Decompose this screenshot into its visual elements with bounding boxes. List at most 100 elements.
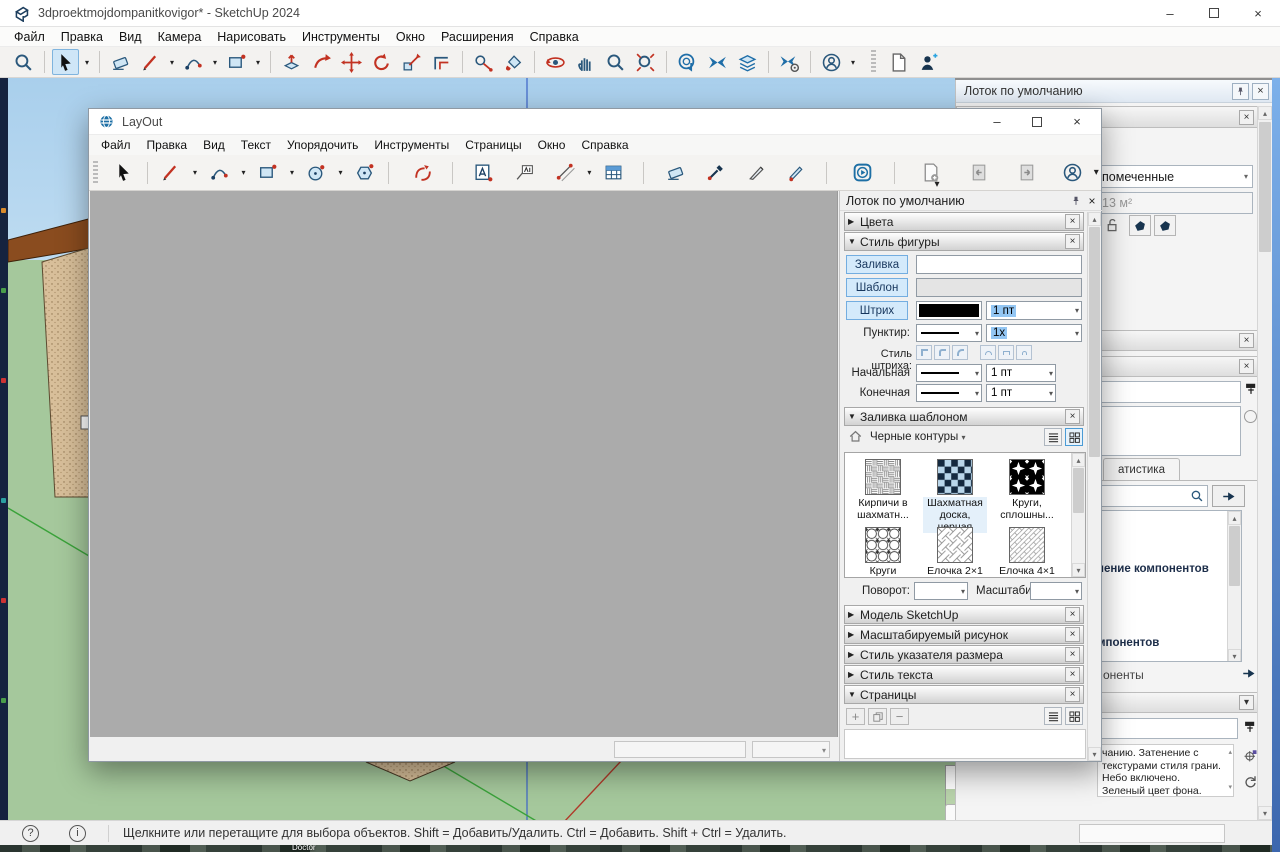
stroke-cap-style-3[interactable] xyxy=(1016,345,1032,360)
pattern-scale-combo[interactable]: ▾ xyxy=(1030,582,1082,600)
pattern-item[interactable]: Кирпичи в шахматн... xyxy=(851,459,915,521)
new-document-button[interactable] xyxy=(885,49,912,75)
lo-menu-text[interactable]: Текст xyxy=(233,136,279,154)
layout-tray-header[interactable]: Лоток по умолчанию × xyxy=(840,191,1102,211)
stroke-color-well[interactable] xyxy=(916,301,982,320)
pattern-item[interactable]: Елочка 2×1 xyxy=(923,527,987,577)
toolbar-grip[interactable] xyxy=(93,161,98,185)
lo-eraser-tool-button[interactable] xyxy=(662,160,689,186)
scroll-up-icon[interactable]: ▴ xyxy=(1072,453,1085,467)
follow-me-tool-button[interactable] xyxy=(308,49,335,75)
pattern-item[interactable]: Шахматная доска, черная xyxy=(923,459,987,533)
pan-tool-button[interactable] xyxy=(572,49,599,75)
tray-pin-button[interactable] xyxy=(1068,193,1084,209)
scrollbar-thumb[interactable] xyxy=(1073,468,1084,513)
eraser-tool-button[interactable] xyxy=(107,49,134,75)
fill-color-well[interactable] xyxy=(916,255,1082,274)
lo-menu-window[interactable]: Окно xyxy=(530,136,574,154)
section-close-icon[interactable]: × xyxy=(1065,214,1080,229)
scroll-up-icon[interactable]: ▴ xyxy=(1228,511,1241,525)
lo-style-tool-button[interactable] xyxy=(702,160,729,186)
lo-dimension-tool-button[interactable] xyxy=(552,160,579,186)
scrollbar-thumb[interactable] xyxy=(1259,122,1271,252)
menu-view[interactable]: Вид xyxy=(111,28,150,46)
toolbar-overflow-icon[interactable]: ▾ xyxy=(932,179,942,190)
dropdown-arrow-icon[interactable]: ▾ xyxy=(584,168,594,177)
minimize-button[interactable]: – xyxy=(1148,0,1192,26)
pattern-swatch-checkerboard[interactable] xyxy=(937,459,973,495)
lo-freehand-tool-button[interactable] xyxy=(409,160,436,186)
lo-text-tool-button[interactable] xyxy=(471,160,498,186)
tag-button-1[interactable] xyxy=(1129,215,1151,236)
duplicate-page-button[interactable] xyxy=(868,708,887,725)
pattern-list-view-button[interactable] xyxy=(1044,428,1062,446)
select-dropdown-arrow-icon[interactable]: ▾ xyxy=(82,58,92,67)
pick-style-button[interactable] xyxy=(1243,748,1258,763)
search-button[interactable] xyxy=(10,49,37,75)
lo-line-tool-button[interactable] xyxy=(158,160,185,186)
stroke-width-combo[interactable]: 1 пт ▾ xyxy=(986,301,1082,320)
line-tool-button[interactable] xyxy=(137,49,164,75)
paint-bucket-tool-button[interactable] xyxy=(500,49,527,75)
lo-next-page-button[interactable] xyxy=(1014,160,1041,186)
scroll-down-icon[interactable]: ▾ xyxy=(1228,782,1232,795)
scroll-down-icon[interactable]: ▾ xyxy=(1258,806,1272,820)
maximize-button[interactable] xyxy=(1192,0,1236,26)
dropdown-arrow-icon[interactable]: ▾ xyxy=(287,168,297,177)
lo-select-tool-button[interactable] xyxy=(110,160,137,186)
lo-split-tool-button[interactable] xyxy=(743,160,770,186)
lo-rectangle-tool-button[interactable] xyxy=(254,160,281,186)
tag-button-2[interactable] xyxy=(1154,215,1176,236)
components-breadcrumb[interactable]: оненты xyxy=(1103,668,1144,682)
section-sketchup-model[interactable]: ▶ Модель SketchUp × xyxy=(844,605,1084,624)
arc-dropdown-arrow-icon[interactable]: ▾ xyxy=(210,58,220,67)
section-close-icon[interactable]: × xyxy=(1065,687,1080,702)
measurements-input[interactable] xyxy=(1079,824,1225,843)
section-text-style[interactable]: ▶ Стиль текста × xyxy=(844,665,1084,684)
layout-close-button[interactable]: × xyxy=(1057,109,1097,135)
lo-label-tool-button[interactable] xyxy=(511,160,538,186)
scrollbar-thumb[interactable] xyxy=(1089,227,1100,457)
layout-zoom-combo[interactable]: ▾ xyxy=(752,741,830,758)
tag-dropdown[interactable]: помеченные ▾ xyxy=(1096,165,1253,188)
layers-button[interactable] xyxy=(734,49,761,75)
lo-table-tool-button[interactable] xyxy=(600,160,627,186)
end-arrow-combo[interactable]: ▾ xyxy=(916,384,982,402)
layout-titlebar[interactable]: LayOut – × xyxy=(89,109,1101,135)
in-model-button[interactable] xyxy=(1244,382,1258,396)
layout-minimize-button[interactable]: – xyxy=(977,109,1017,135)
layout-measurement-input[interactable] xyxy=(614,741,746,758)
scroll-up-icon[interactable]: ▴ xyxy=(1228,747,1232,760)
lo-menu-file[interactable]: Файл xyxy=(93,136,139,154)
push-pull-tool-button[interactable] xyxy=(278,49,305,75)
instructor-icon[interactable]: i xyxy=(69,825,86,842)
pattern-home-button[interactable] xyxy=(848,429,863,444)
orbit-tool-button[interactable] xyxy=(542,49,569,75)
line-dropdown-arrow-icon[interactable]: ▾ xyxy=(167,58,177,67)
update-style-button[interactable] xyxy=(1243,774,1258,789)
pattern-list[interactable]: Кирпичи в шахматн... Шахматная доска, че… xyxy=(844,452,1086,578)
tray-close-button[interactable]: × xyxy=(1252,83,1269,100)
open-panel-button[interactable] xyxy=(1212,485,1245,507)
pattern-item[interactable]: Круги xyxy=(851,527,915,577)
house-base-corner[interactable] xyxy=(366,762,455,781)
add-page-button[interactable]: + xyxy=(846,708,865,725)
section-close-icon[interactable]: × xyxy=(1065,409,1080,424)
tray-autohide-button[interactable] xyxy=(1232,83,1249,100)
lo-previous-page-button[interactable] xyxy=(965,160,992,186)
in-model-styles-button[interactable] xyxy=(1243,720,1257,734)
section-close-icon[interactable]: × xyxy=(1065,647,1080,662)
dropdown-arrow-icon[interactable]: ▾ xyxy=(239,168,249,177)
pattern-swatch-herringbone-4x1[interactable] xyxy=(1009,527,1045,563)
dropdown-arrow-icon[interactable]: ▾ xyxy=(190,168,200,177)
tab-statistics[interactable]: атистика xyxy=(1103,458,1180,481)
pattern-item[interactable]: Круги, сплошны... xyxy=(995,459,1059,521)
arc-tool-button[interactable] xyxy=(180,49,207,75)
tray-scrollbar[interactable]: ▴ ▾ xyxy=(1257,106,1272,820)
pattern-swatch-herringbone-2x1[interactable] xyxy=(937,527,973,563)
section-pages[interactable]: ▼ Страницы × xyxy=(844,685,1084,704)
scroll-down-icon[interactable]: ▾ xyxy=(1072,563,1085,577)
tape-measure-tool-button[interactable] xyxy=(470,49,497,75)
stroke-toggle-button[interactable]: Штрих xyxy=(846,301,908,320)
panel-close-icon[interactable]: × xyxy=(1239,333,1254,348)
